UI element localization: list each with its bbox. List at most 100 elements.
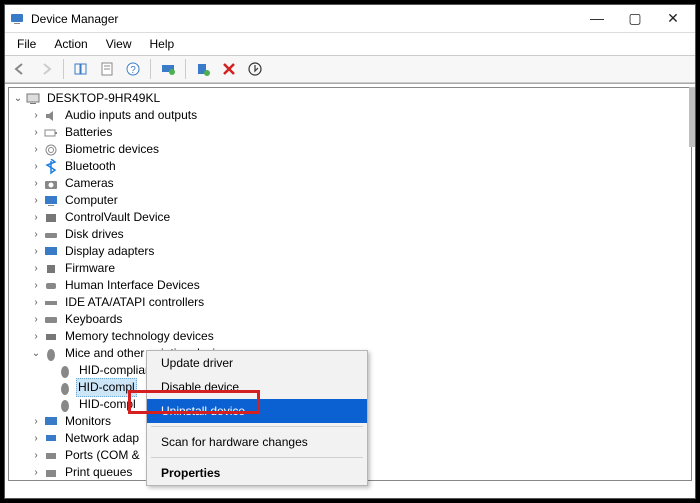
tree-root-label: DESKTOP-9HR49KL [45,90,162,107]
device-label: HID-compl [77,396,138,413]
svg-text:?: ? [130,65,136,76]
keyboard-icon [43,312,59,328]
mouse-icon [57,363,73,379]
properties-button[interactable] [96,58,118,80]
printer-icon [43,465,59,481]
context-menu: Update driver Disable device Uninstall d… [146,350,368,486]
port-icon [43,448,59,464]
toolbar-separator [63,59,64,79]
ide-controller-icon [43,295,59,311]
show-hide-tree-button[interactable] [70,58,92,80]
computer-icon [25,91,41,107]
category-label: ControlVault Device [63,209,172,226]
tree-category-audio[interactable]: › Audio inputs and outputs [11,107,691,124]
maximize-button[interactable]: ▢ [625,10,645,27]
ctx-separator [151,457,363,458]
expand-icon[interactable]: › [29,311,43,328]
tree-category-computer[interactable]: ›Computer [11,192,691,209]
tree-category-firmware[interactable]: › Firmware [11,260,691,277]
ctx-separator [151,426,363,427]
expand-icon[interactable]: › [29,277,43,294]
tree-category-cameras[interactable]: › Cameras [11,175,691,192]
monitor-icon [43,414,59,430]
category-label: Firmware [63,260,117,277]
expand-icon[interactable]: › [29,124,43,141]
toolbar-separator [185,59,186,79]
expand-icon[interactable]: › [29,175,43,192]
category-label: Cameras [63,175,116,192]
expand-icon[interactable]: › [29,158,43,175]
tree-category-bluetooth[interactable]: › Bluetooth [11,158,691,175]
expand-icon[interactable]: › [29,294,43,311]
category-label: Disk drives [63,226,126,243]
tree-category-display[interactable]: › Display adapters [11,243,691,260]
mouse-icon [57,380,73,396]
expand-icon[interactable]: › [29,328,43,345]
network-icon [43,431,59,447]
expand-icon[interactable]: › [29,260,43,277]
expand-icon[interactable]: › [29,226,43,243]
expand-icon[interactable]: › [29,141,43,158]
ctx-properties[interactable]: Properties [147,461,367,485]
scrollbar[interactable] [689,87,695,147]
enable-disable-button[interactable] [244,58,266,80]
titlebar: Device Manager — ▢ ✕ [5,5,695,33]
category-label: Network adap [63,430,141,447]
category-label: Keyboards [63,311,124,328]
tree-root[interactable]: ⌄ DESKTOP-9HR49KL [11,90,691,107]
tree-category-keyboards[interactable]: › Keyboards [11,311,691,328]
tree-category-memory[interactable]: ›Memory technology devices [11,328,691,345]
display-adapter-icon [43,244,59,260]
battery-icon [43,125,59,141]
category-label: Bluetooth [63,158,118,175]
category-label: Ports (COM & [63,447,142,464]
forward-button[interactable] [35,58,57,80]
category-label: Monitors [63,413,113,430]
category-label: IDE ATA/ATAPI controllers [63,294,206,311]
mouse-icon [57,397,73,413]
ctx-update-driver[interactable]: Update driver [147,351,367,375]
tree-category-ide[interactable]: › IDE ATA/ATAPI controllers [11,294,691,311]
tree-category-controlvault[interactable]: › ControlVault Device [11,209,691,226]
minimize-button[interactable]: — [587,10,607,27]
expand-icon[interactable]: › [29,243,43,260]
menu-help[interactable]: Help [142,35,183,53]
menu-action[interactable]: Action [46,35,95,53]
camera-icon [43,176,59,192]
expand-icon[interactable]: › [29,209,43,226]
ctx-uninstall-device[interactable]: Uninstall device [147,399,367,423]
expand-icon[interactable]: › [29,107,43,124]
collapse-icon[interactable]: ⌄ [29,345,43,362]
device-label: HID-compl [76,378,137,397]
toolbar-separator [150,59,151,79]
tree-category-biometric[interactable]: ›Biometric devices [11,141,691,158]
hid-icon [43,278,59,294]
category-label: Display adapters [63,243,156,260]
tree-category-batteries[interactable]: ›Batteries [11,124,691,141]
scan-hardware-button[interactable] [192,58,214,80]
ctx-scan-hardware[interactable]: Scan for hardware changes [147,430,367,454]
category-label: Audio inputs and outputs [63,107,199,124]
collapse-icon[interactable]: ⌄ [11,90,25,107]
category-label: Human Interface Devices [63,277,202,294]
menu-view[interactable]: View [98,35,140,53]
mouse-icon [43,346,59,362]
tree-category-hid[interactable]: › Human Interface Devices [11,277,691,294]
tree-category-disk[interactable]: › Disk drives [11,226,691,243]
expand-icon[interactable]: › [29,430,43,447]
help-button[interactable]: ? [122,58,144,80]
expand-icon[interactable]: › [29,413,43,430]
window-title: Device Manager [31,12,587,26]
menubar: File Action View Help [5,33,695,55]
app-icon [9,11,25,27]
expand-icon[interactable]: › [29,464,43,481]
menu-file[interactable]: File [9,35,44,53]
back-button[interactable] [9,58,31,80]
close-button[interactable]: ✕ [663,10,683,27]
fingerprint-icon [43,142,59,158]
ctx-disable-device[interactable]: Disable device [147,375,367,399]
expand-icon[interactable]: › [29,192,43,209]
update-driver-button[interactable] [157,58,179,80]
expand-icon[interactable]: › [29,447,43,464]
uninstall-button[interactable] [218,58,240,80]
